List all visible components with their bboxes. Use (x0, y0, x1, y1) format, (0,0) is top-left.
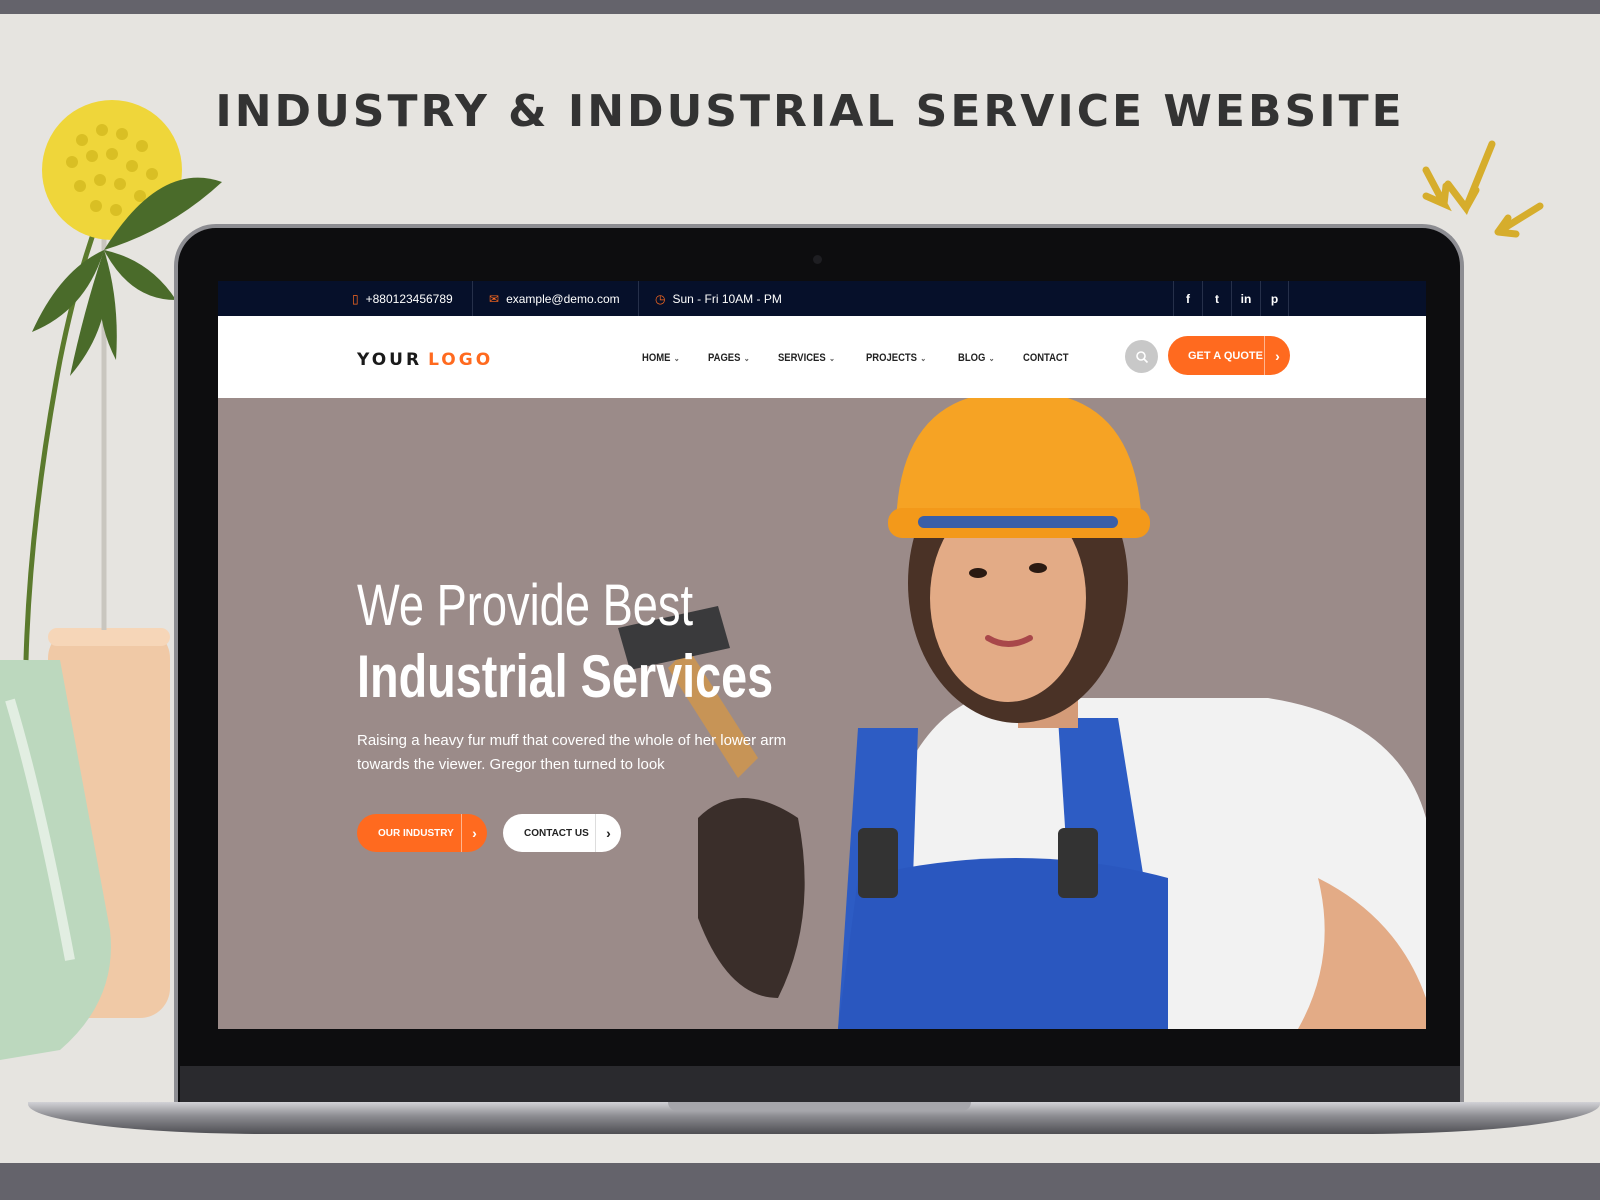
chevron-right-icon: › (1264, 336, 1290, 375)
button-label: OUR INDUSTRY (378, 827, 454, 839)
search-button[interactable] (1125, 340, 1158, 373)
bottom-band (0, 1163, 1600, 1200)
email-text: example@demo.com (506, 291, 620, 306)
chevron-down-icon: ⌄ (920, 353, 927, 363)
contact-us-button[interactable]: CONTACT US › (503, 814, 621, 852)
nav-services[interactable]: SERVICES ⌄ (778, 352, 835, 364)
hero-title-line-1: We Provide Best (357, 573, 694, 638)
nav-contact[interactable]: CONTACT (1023, 352, 1069, 364)
divider (472, 281, 473, 316)
top-info-bar: ▯ +880123456789 ✉ example@demo.com ◷ Sun… (218, 281, 1426, 316)
quote-label: GET A QUOTE (1188, 349, 1263, 362)
camera-dot (813, 255, 822, 264)
facebook-icon[interactable]: f (1173, 281, 1202, 316)
hero-description: Raising a heavy fur muff that covered th… (357, 732, 787, 773)
sparkle-decoration (1422, 140, 1544, 238)
hours-text: Sun - Fri 10AM - PM (672, 291, 782, 306)
pinterest-icon[interactable]: p (1260, 281, 1289, 316)
nav-home[interactable]: HOME ⌄ (642, 352, 680, 364)
chevron-down-icon: ⌄ (829, 353, 835, 363)
divider (638, 281, 639, 316)
page-headline: INDUSTRY & INDUSTRIAL SERVICE WEBSITE (215, 86, 1405, 137)
nav-projects[interactable]: PROJECTS ⌄ (866, 352, 926, 364)
laptop-notch (668, 1102, 971, 1111)
chevron-right-icon: › (461, 814, 487, 852)
get-quote-button[interactable]: GET A QUOTE › (1168, 336, 1290, 375)
button-label: CONTACT US (524, 827, 589, 839)
chevron-down-icon: ⌄ (989, 353, 995, 363)
laptop-bezel-bottom (180, 1066, 1460, 1102)
clock-icon: ◷ (655, 291, 666, 306)
search-icon (1135, 350, 1148, 363)
nav-blog[interactable]: BLOG ⌄ (958, 352, 995, 364)
top-band (0, 0, 1600, 14)
main-navbar: YOUR LOGO HOME ⌄ PAGES ⌄ SERVICES ⌄ PROJECTS… (218, 316, 1426, 398)
our-industry-button[interactable]: OUR INDUSTRY › (357, 814, 487, 852)
phone-text: +880123456789 (365, 291, 453, 306)
hours-info: ◷ Sun - Fri 10AM - PM (655, 281, 782, 316)
nav-label: PROJECTS (866, 352, 918, 364)
nav-label: BLOG (958, 352, 986, 364)
nav-label: SERVICES (778, 352, 826, 364)
logo-part-2: LOGO (428, 350, 494, 370)
phone-info[interactable]: ▯ +880123456789 (352, 281, 453, 316)
chevron-down-icon: ⌄ (673, 353, 680, 363)
nav-label: PAGES (707, 352, 741, 364)
nav-pages[interactable]: PAGES ⌄ (708, 352, 750, 364)
chevron-down-icon: ⌄ (743, 353, 750, 363)
logo-part-1: YOUR (357, 350, 423, 370)
nav-menu: HOME ⌄ PAGES ⌄ SERVICES ⌄ PROJECTS ⌄ BLOG ⌄ C… (642, 352, 1076, 364)
website-screen: ▯ +880123456789 ✉ example@demo.com ◷ Sun… (218, 281, 1426, 1029)
chevron-right-icon: › (595, 814, 621, 852)
phone-icon: ▯ (352, 291, 359, 306)
linkedin-icon[interactable]: in (1231, 281, 1260, 316)
worker-image (618, 398, 1426, 1029)
email-info[interactable]: ✉ example@demo.com (489, 281, 620, 316)
mail-icon: ✉ (489, 291, 500, 306)
nav-label: CONTACT (1022, 352, 1069, 364)
nav-label: HOME (642, 352, 671, 364)
hero-section: We Provide Best Industrial Services Rais… (218, 398, 1426, 1029)
site-logo[interactable]: YOUR LOGO (357, 350, 493, 370)
hero-title-line-2: Industrial Services (357, 643, 774, 710)
twitter-icon[interactable]: t (1202, 281, 1231, 316)
